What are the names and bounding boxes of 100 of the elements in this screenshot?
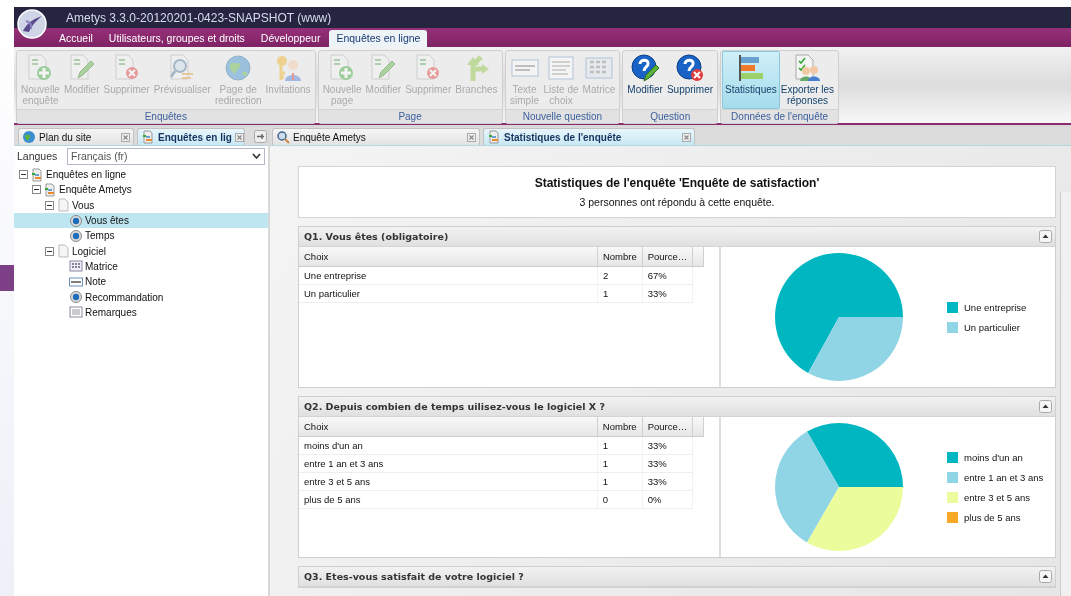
ribbon-button[interactable]: Exporter les réponses bbox=[778, 52, 837, 108]
table-cell: 33% bbox=[642, 472, 693, 491]
table-cell: 33% bbox=[642, 284, 693, 303]
ribbon-tab[interactable]: Enquêtes en ligne bbox=[329, 30, 428, 47]
tree-item[interactable]: Recommandation bbox=[14, 289, 268, 305]
legend-label: Un particulier bbox=[964, 321, 1020, 333]
blank-page-icon bbox=[56, 244, 70, 259]
people-document-icon bbox=[792, 53, 823, 83]
pin-icon[interactable] bbox=[254, 130, 267, 143]
tree-item[interactable]: Vous êtes bbox=[14, 212, 268, 229]
text-field-icon bbox=[69, 274, 83, 289]
collapse-icon[interactable] bbox=[1039, 570, 1052, 583]
panel-tab[interactable]: Enquête Ametys bbox=[272, 128, 480, 145]
column-header[interactable]: Nombre bbox=[597, 417, 643, 437]
question-title: Q3. Etes-vous satisfait de votre logiciel ? bbox=[304, 571, 524, 582]
collapse-icon bbox=[32, 185, 41, 195]
tree-item[interactable]: Enquêtes en ligne bbox=[14, 167, 268, 183]
stats-subtitle: 3 personnes ont répondu à cette enquête. bbox=[579, 196, 775, 208]
tree-item[interactable]: Remarques bbox=[14, 304, 268, 320]
collapse-icon bbox=[45, 246, 54, 256]
ribbon-tab[interactable]: Développeur bbox=[253, 30, 328, 47]
table-cell: Un particulier bbox=[299, 284, 598, 303]
table-cell: Une entreprise bbox=[299, 266, 598, 285]
table-cell: 33% bbox=[642, 454, 693, 473]
panel-tab[interactable]: Statistiques de l'enquête bbox=[483, 128, 695, 145]
legend-swatch bbox=[947, 301, 958, 313]
table-cell: 0% bbox=[642, 490, 693, 509]
table-cell: 2 bbox=[597, 266, 643, 285]
question-title: Q2. Depuis combien de temps uilisez-vous le logiciel X ? bbox=[304, 401, 605, 412]
table-cell: 1 bbox=[597, 284, 643, 303]
question-delete-icon bbox=[675, 53, 705, 83]
document-chart-icon bbox=[141, 130, 155, 144]
table-cell: 1 bbox=[597, 436, 643, 455]
column-header[interactable]: Choix bbox=[299, 247, 598, 267]
question-pencil-icon bbox=[630, 53, 661, 83]
close-icon bbox=[234, 132, 244, 142]
table-cell: plus de 5 ans bbox=[299, 490, 598, 509]
panel-tab[interactable]: Enquêtes en lig bbox=[137, 128, 245, 145]
legend-swatch bbox=[947, 321, 958, 333]
legend-label: plus de 5 ans bbox=[964, 511, 1021, 523]
table-cell: moins d'un an bbox=[299, 436, 598, 455]
ribbon-group-label: Nouvelle question bbox=[505, 109, 620, 123]
list-icon bbox=[546, 53, 577, 83]
table-cell: 67% bbox=[642, 266, 693, 285]
tree-item[interactable]: Temps bbox=[14, 228, 268, 244]
radio-icon bbox=[69, 213, 83, 228]
ribbon-button[interactable]: Statistiques bbox=[722, 51, 780, 109]
legend-label: entre 1 an et 3 ans bbox=[964, 471, 1044, 483]
legend-swatch bbox=[947, 511, 958, 523]
ribbon-group-label: Question bbox=[623, 109, 718, 123]
ribbon-button[interactable]: Modifier bbox=[625, 52, 665, 108]
tree-item[interactable]: Logiciel bbox=[14, 243, 268, 259]
table-cell: 0 bbox=[597, 490, 643, 509]
column-header[interactable]: Choix bbox=[299, 417, 598, 437]
question-title: Q1. Vous êtes (obligatoire) bbox=[304, 231, 449, 242]
blank-page-icon bbox=[56, 198, 70, 213]
collapse-icon bbox=[45, 200, 54, 210]
globe-icon bbox=[22, 130, 36, 144]
column-header[interactable]: Nombre bbox=[597, 247, 643, 267]
scrollbar[interactable] bbox=[1060, 192, 1071, 596]
column-header[interactable]: Pource… bbox=[642, 417, 693, 437]
grid-icon bbox=[69, 259, 83, 274]
ribbon-group-label: Page bbox=[318, 109, 502, 123]
legend-label: moins d'un an bbox=[964, 451, 1023, 463]
ribbon-button[interactable]: Supprimer bbox=[664, 52, 716, 108]
ribbon-group-label: Enquêtes bbox=[17, 109, 315, 123]
legend-swatch bbox=[947, 471, 958, 483]
caret-icon bbox=[252, 153, 261, 159]
panel-tab[interactable]: Plan du site bbox=[18, 128, 134, 145]
document-chart-icon bbox=[43, 182, 57, 197]
table-cell: 33% bbox=[642, 436, 693, 455]
collapse-icon[interactable] bbox=[1039, 400, 1052, 413]
legend-label: Une entreprise bbox=[964, 301, 1027, 313]
ribbon-group-label: Données de l'enquête bbox=[721, 109, 839, 123]
document-chart-icon bbox=[30, 167, 44, 182]
language-label: Langues bbox=[17, 150, 59, 162]
tree-item[interactable]: Vous bbox=[14, 197, 268, 213]
ribbon-tab[interactable]: Accueil bbox=[52, 30, 100, 47]
legend-swatch bbox=[947, 491, 958, 503]
search-icon bbox=[276, 130, 290, 144]
table-cell: entre 1 an et 3 ans bbox=[299, 454, 598, 473]
legend-swatch bbox=[947, 451, 958, 463]
stats-title: Statistiques de l'enquête 'Enquête de satisfaction' bbox=[534, 176, 820, 190]
table-cell: 1 bbox=[597, 454, 643, 473]
radio-icon bbox=[69, 290, 83, 304]
close-icon bbox=[682, 132, 691, 142]
list-icon bbox=[69, 305, 83, 320]
column-header[interactable]: Pource… bbox=[642, 247, 693, 267]
tree-item[interactable]: Enquête Ametys bbox=[14, 182, 268, 198]
close-icon bbox=[467, 132, 476, 142]
table-cell: 1 bbox=[597, 472, 643, 491]
tree-item[interactable]: Matrice bbox=[14, 258, 268, 275]
close-icon bbox=[121, 132, 130, 142]
collapse-icon[interactable] bbox=[1039, 230, 1052, 243]
language-select[interactable]: Français (fr) bbox=[67, 147, 265, 165]
ribbon-tab[interactable]: Utilisateurs, groupes et droits bbox=[101, 30, 252, 47]
table-cell: entre 3 et 5 ans bbox=[299, 472, 598, 491]
legend-label: entre 3 et 5 ans bbox=[964, 491, 1031, 503]
tree-item[interactable]: Note bbox=[14, 274, 268, 290]
document-chart-icon bbox=[487, 130, 501, 144]
